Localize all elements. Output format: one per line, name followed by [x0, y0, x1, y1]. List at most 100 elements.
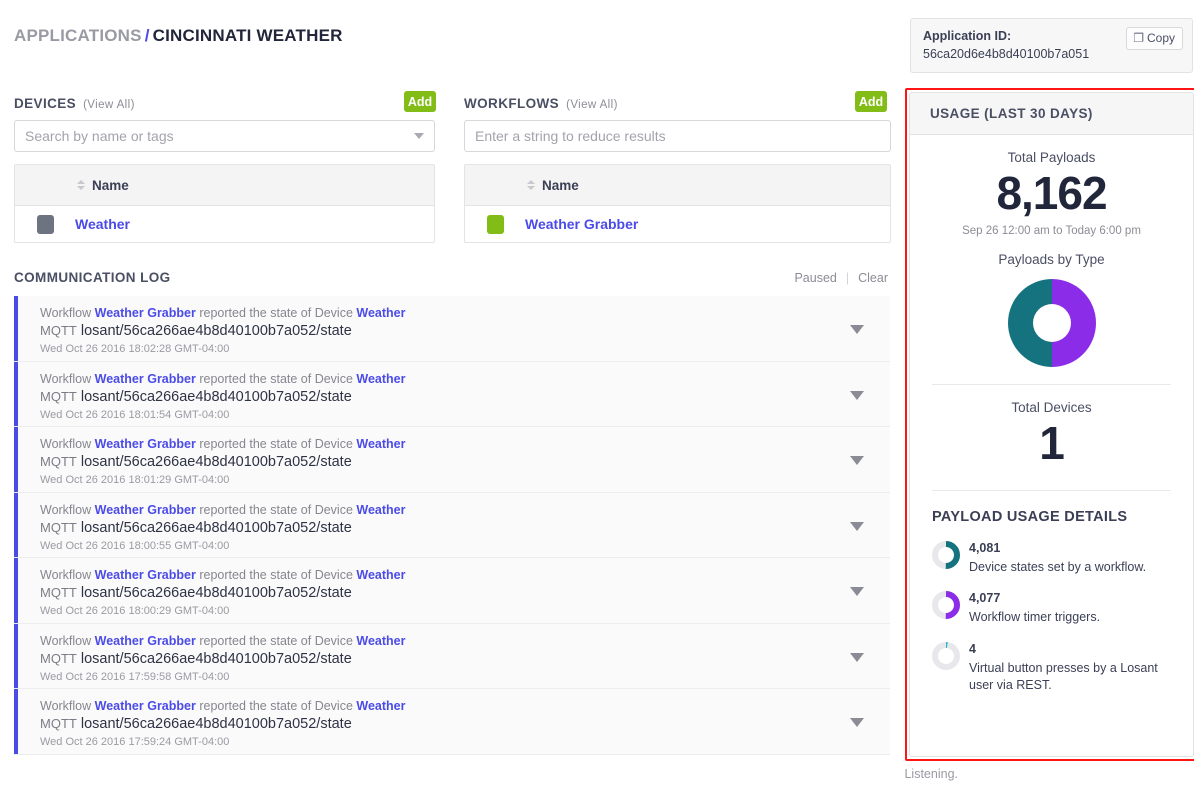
chevron-down-icon[interactable] — [850, 587, 864, 597]
log-entry-accent-bar — [14, 623, 18, 688]
log-entry[interactable]: Workflow Weather Grabber reported the st… — [14, 296, 890, 362]
log-entry-topic: losant/56ca266ae4b8d40100b7a052/state — [80, 519, 352, 536]
log-entry[interactable]: Workflow Weather Grabber reported the st… — [14, 492, 890, 558]
application-id-value: 56ca20d6e4b8d40100b7a051 — [923, 47, 1090, 61]
table-row[interactable]: Weather Grabber — [465, 206, 890, 242]
device-name-link[interactable]: Weather — [75, 216, 130, 232]
log-entry-accent-bar — [14, 558, 18, 623]
log-entry-accent-bar — [14, 427, 18, 492]
log-entry-workflow-link[interactable]: Weather Grabber — [95, 634, 196, 648]
log-entry-device-link[interactable]: Weather — [356, 306, 405, 320]
action-divider: | — [845, 271, 850, 285]
log-entry-device-link[interactable]: Weather — [356, 634, 405, 648]
log-entry-middle: reported the state of Device — [199, 306, 353, 320]
log-entry-workflow-link[interactable]: Weather Grabber — [95, 306, 196, 320]
log-entry-summary: Workflow Weather Grabber reported the st… — [40, 372, 890, 386]
log-entry[interactable]: Workflow Weather Grabber reported the st… — [14, 623, 890, 689]
mini-donut-icon — [932, 591, 960, 624]
copy-icon: ❐ — [1133, 31, 1144, 45]
device-search-box[interactable] — [14, 120, 435, 152]
log-entry[interactable]: Workflow Weather Grabber reported the st… — [14, 689, 890, 755]
chevron-down-icon[interactable] — [414, 133, 424, 139]
chevron-down-icon[interactable] — [850, 718, 864, 728]
log-entry-topic: losant/56ca266ae4b8d40100b7a052/state — [80, 323, 352, 339]
log-entry-topic: losant/56ca266ae4b8d40100b7a052/state — [80, 388, 352, 405]
copy-button[interactable]: ❐ Copy — [1126, 27, 1183, 50]
log-entry-device-link[interactable]: Weather — [356, 699, 405, 713]
log-entry-topic: losant/56ca266ae4b8d40100b7a052/state — [80, 650, 352, 667]
log-entry-workflow-link[interactable]: Weather Grabber — [95, 372, 196, 386]
log-entry-middle: reported the state of Device — [199, 633, 353, 648]
payload-usage-detail-text: 4,081 Device states set by a workflow. — [969, 539, 1146, 576]
log-entry-accent-bar — [14, 296, 18, 361]
devices-view-all-link[interactable]: (View All) — [83, 99, 135, 111]
chevron-down-icon[interactable] — [850, 521, 864, 531]
communication-log-list: Workflow Weather Grabber reported the st… — [14, 296, 890, 755]
devices-title-text: DEVICES — [14, 96, 77, 111]
add-workflow-button[interactable]: Add — [855, 91, 887, 112]
log-entry-device-link[interactable]: Weather — [356, 372, 405, 386]
devices-column-name[interactable]: Name — [92, 178, 129, 193]
add-device-button[interactable]: Add — [404, 91, 436, 112]
workflows-section-title: WORKFLOWS (View All) — [464, 96, 618, 111]
log-entry-protocol: MQTT — [40, 519, 77, 535]
log-entry-topic-line: MQTT losant/56ca266ae4b8d40100b7a052/sta… — [40, 716, 890, 732]
log-entry-device-link[interactable]: Weather — [356, 568, 405, 582]
payload-usage-detail-description: Workflow timer triggers. — [969, 610, 1101, 625]
log-entry-timestamp: Wed Oct 26 2016 18:02:28 GMT-04:00 — [40, 343, 230, 355]
total-payloads-value: 8,162 — [996, 167, 1107, 219]
log-entry-prefix: Workflow — [40, 502, 92, 517]
breadcrumb-applications[interactable]: APPLICATIONS — [14, 26, 142, 45]
log-entry-workflow-link[interactable]: Weather Grabber — [95, 699, 196, 713]
log-entry-topic: losant/56ca266ae4b8d40100b7a052/state — [80, 585, 352, 601]
workflow-search-box[interactable] — [464, 120, 891, 152]
workflow-search-input[interactable] — [475, 128, 880, 144]
log-entry-accent-bar — [14, 361, 18, 426]
log-entry-device-link[interactable]: Weather — [356, 503, 405, 517]
log-entry-workflow-link[interactable]: Weather Grabber — [95, 568, 196, 582]
workflows-view-all-link[interactable]: (View All) — [566, 99, 618, 111]
page-scrollbar[interactable] — [1194, 0, 1200, 787]
workflows-column-name[interactable]: Name — [542, 178, 579, 193]
chevron-down-icon[interactable] — [850, 456, 864, 466]
application-id-label: Application ID: — [923, 29, 1012, 43]
workflows-table: Name Weather Grabber — [464, 164, 891, 243]
usage-panel: USAGE (LAST 30 DAYS) Total Payloads 8,16… — [909, 92, 1194, 757]
log-entry-middle: reported the state of Device — [199, 371, 353, 386]
pause-log-button[interactable]: Paused — [794, 271, 836, 285]
log-entry-topic: losant/56ca266ae4b8d40100b7a052/state — [80, 716, 352, 732]
total-payloads-block: Total Payloads 8,162 Sep 26 12:00 am to … — [910, 150, 1193, 237]
log-entry-summary: Workflow Weather Grabber reported the st… — [40, 568, 890, 582]
sort-icon[interactable] — [527, 180, 535, 190]
clear-log-button[interactable]: Clear — [858, 271, 888, 285]
log-entry-protocol: MQTT — [40, 716, 77, 731]
log-entry[interactable]: Workflow Weather Grabber reported the st… — [14, 558, 890, 624]
mini-donut-icon — [932, 642, 960, 675]
device-search-input[interactable] — [25, 128, 414, 144]
usage-divider-2 — [932, 489, 1171, 491]
workflow-name-link[interactable]: Weather Grabber — [525, 216, 638, 232]
log-entry-device-link[interactable]: Weather — [356, 437, 405, 451]
chevron-down-icon[interactable] — [850, 325, 864, 335]
log-entry[interactable]: Workflow Weather Grabber reported the st… — [14, 427, 890, 493]
log-entry-timestamp: Wed Oct 26 2016 18:01:29 GMT-04:00 — [40, 474, 230, 486]
table-row[interactable]: Weather — [15, 206, 434, 242]
device-color-swatch — [37, 214, 54, 234]
chevron-down-icon[interactable] — [850, 652, 864, 662]
payload-usage-details-list: 4,081 Device states set by a workflow. 4,0… — [910, 539, 1193, 695]
log-entry-accent-bar — [14, 492, 18, 557]
log-entry-summary: Workflow Weather Grabber reported the st… — [40, 699, 890, 713]
devices-section-title: DEVICES (View All) — [14, 96, 135, 111]
payloads-by-type-donut-chart — [910, 277, 1193, 369]
log-entry[interactable]: Workflow Weather Grabber reported the st… — [14, 361, 890, 427]
log-entry-workflow-link[interactable]: Weather Grabber — [95, 437, 196, 451]
chevron-down-icon[interactable] — [850, 390, 864, 400]
log-entry-protocol: MQTT — [40, 388, 77, 404]
log-status-text: Listening. — [904, 767, 958, 781]
workflows-table-header: Name — [465, 165, 890, 206]
sort-icon[interactable] — [77, 180, 85, 190]
usage-divider — [932, 384, 1171, 386]
log-entry-timestamp: Wed Oct 26 2016 18:01:54 GMT-04:00 — [40, 408, 230, 421]
log-entry-workflow-link[interactable]: Weather Grabber — [95, 503, 196, 517]
total-payloads-label: Total Payloads — [1007, 150, 1096, 165]
